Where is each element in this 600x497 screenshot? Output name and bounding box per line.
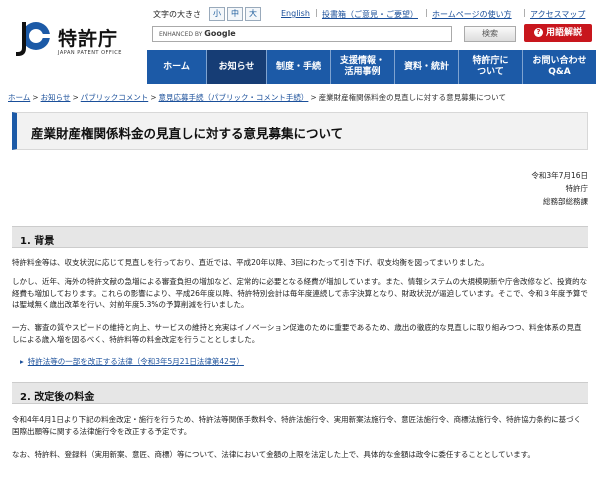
background-paragraph-1: 特許料金等は、収支状況に応じて見直しを行っており、直近では、平成20年以降、3回…: [12, 258, 489, 267]
glossary-label: 用語解説: [545, 28, 582, 38]
font-size-small-button[interactable]: 小: [209, 7, 225, 21]
search-enhanced-label: ENHANCED BY: [159, 31, 203, 38]
access-map-link[interactable]: アクセスマップ: [530, 9, 585, 20]
search-button-label: 検索: [482, 29, 498, 38]
site-header: 特許庁 JAPAN PATENT OFFICE 文字の大きさ 小 中 大 Eng…: [0, 0, 600, 88]
site-guide-link[interactable]: ホームページの使い方: [432, 9, 512, 20]
section-title: 2. 改定後の料金: [20, 392, 95, 403]
section-heading-background: 1. 背景: [12, 226, 588, 248]
law-amendment-link[interactable]: 特許法等の一部を改正する法律（令和3年5月21日法律第42号）: [28, 357, 244, 366]
link-separator: |: [315, 8, 318, 17]
fees-paragraph-2: なお、特許料、登録料（実用新案、意匠、商標）等について、法律において金額の上限を…: [12, 450, 535, 459]
global-nav: ホーム お知らせ 制度・手続 支援情報・ 活用事例 資料・統計 特許庁に ついて…: [147, 50, 596, 84]
search-google-label: Google: [204, 29, 236, 38]
nav-statistics[interactable]: 資料・統計: [395, 50, 459, 84]
link-separator: |: [425, 8, 428, 17]
law-amendment-link-item: ▸ 特許法等の一部を改正する法律（令和3年5月21日法律第42号）: [20, 356, 244, 367]
breadcrumb-news[interactable]: お知らせ: [41, 93, 71, 102]
background-paragraph-3: 一方、審査の質やスピードの維持と向上、サービスの維持と充実はイノベーション促進の…: [12, 323, 582, 344]
nav-procedures[interactable]: 制度・手続: [267, 50, 331, 84]
publisher-org: 特許庁: [565, 184, 589, 193]
font-size-label: 文字の大きさ: [153, 10, 201, 19]
fees-paragraph-1: 令和4年4月1日より下記の料金改定・施行を行うため、特許法等関係手数料令、特許法…: [12, 415, 582, 436]
glossary-icon: ?: [533, 28, 543, 37]
logo-subtitle: JAPAN PATENT OFFICE: [58, 50, 122, 56]
font-size-large-button[interactable]: 大: [245, 7, 261, 21]
section-title: 1. 背景: [20, 236, 55, 247]
site-logo[interactable]: 特許庁 JAPAN PATENT OFFICE: [12, 14, 152, 66]
section-heading-fees: 2. 改定後の料金: [12, 382, 588, 404]
page-title: 産業財産権関係料金の見直しに対する意見募集について: [31, 126, 344, 141]
breadcrumb-current: 産業財産権関係料金の見直しに対する意見募集について: [318, 93, 506, 102]
publisher-dept: 総務部総務課: [543, 197, 588, 206]
nav-home[interactable]: ホーム: [147, 50, 207, 84]
logo-name: 特許庁: [58, 28, 119, 50]
breadcrumb-home[interactable]: ホーム: [8, 93, 30, 102]
nav-contact[interactable]: お問い合わせ Q&A: [523, 50, 596, 84]
link-separator: |: [523, 8, 526, 17]
glossary-button[interactable]: ? 用語解説: [524, 24, 592, 42]
nav-support[interactable]: 支援情報・ 活用事例: [331, 50, 395, 84]
search-button[interactable]: 検索: [464, 26, 516, 42]
background-paragraph-2: しかし、近年、海外の特許文献の急増による審査負担の増加など、定常的に必要となる経…: [12, 277, 588, 309]
nav-about[interactable]: 特許庁に ついて: [459, 50, 523, 84]
font-size-medium-button[interactable]: 中: [227, 7, 243, 21]
page-title-box: 産業財産権関係料金の見直しに対する意見募集について: [12, 112, 588, 150]
breadcrumb: ホーム > お知らせ > パブリックコメント > 意見応募手続（パブリック・コメント手続） >…: [8, 93, 506, 102]
publish-date: 令和3年7月16日: [531, 171, 588, 180]
jpo-logo-icon: [16, 22, 50, 56]
breadcrumb-comment-procedure[interactable]: 意見応募手続（パブリック・コメント手続）: [159, 93, 309, 102]
english-link[interactable]: English: [281, 9, 310, 18]
search-input[interactable]: ENHANCED BY Google: [152, 26, 452, 42]
breadcrumb-public-comment[interactable]: パブリックコメント: [81, 93, 149, 102]
feedback-link[interactable]: 投書箱（ご意見・ご要望）: [322, 9, 418, 20]
bullet-arrow-icon: ▸: [20, 357, 24, 366]
nav-news[interactable]: お知らせ: [207, 50, 267, 84]
